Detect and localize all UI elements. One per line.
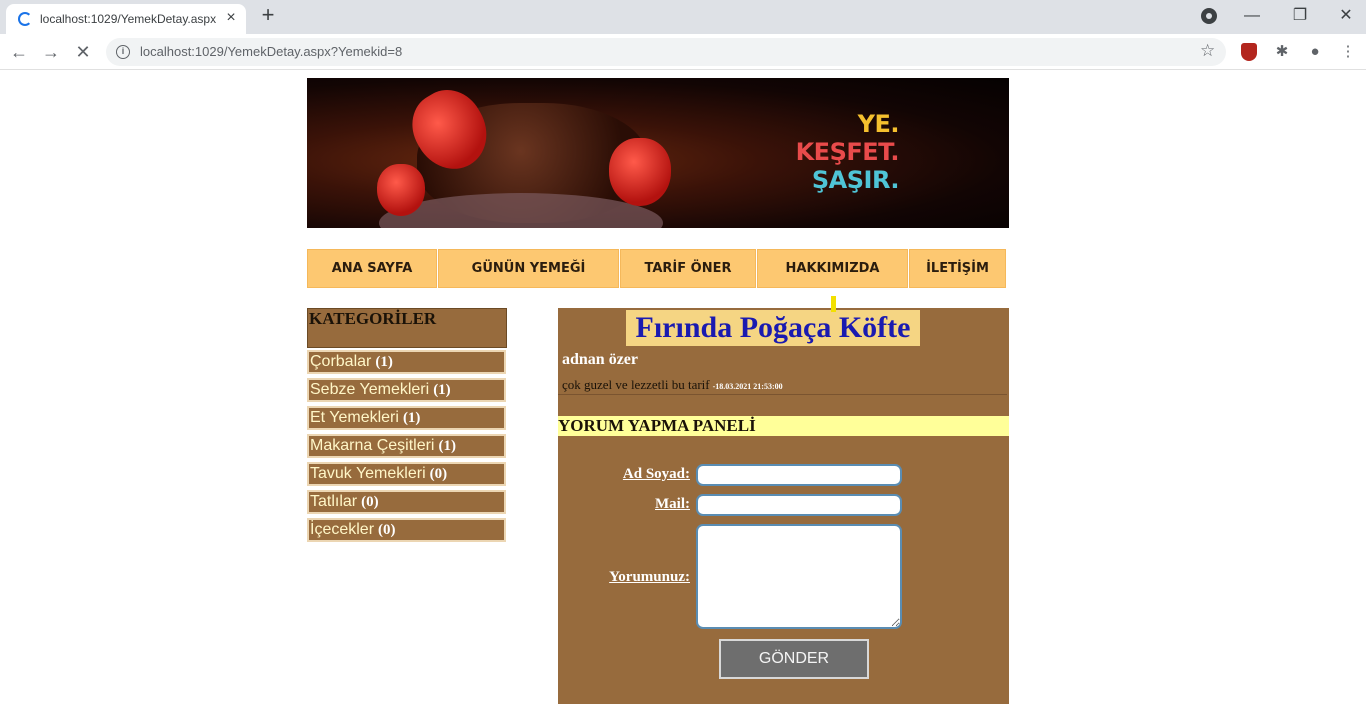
extensions-puzzle-icon[interactable]: ✱ — [1272, 42, 1292, 62]
category-name[interactable]: İçecekler — [310, 521, 374, 538]
browser-tab[interactable]: localhost:1029/YemekDetay.aspx × — [6, 4, 246, 34]
categories-heading: KATEGORİLER — [307, 308, 507, 348]
main-menu: ANA SAYFA GÜNÜN YEMEĞİ TARİF ÖNER HAKKIM… — [307, 249, 1007, 288]
browser-menu-icon[interactable]: ⋮ — [1338, 42, 1358, 62]
name-input[interactable] — [696, 464, 902, 486]
window-close-button[interactable]: ✕ — [1332, 4, 1360, 28]
banner-slogan-line-1: YE. — [857, 110, 900, 138]
category-count: (0) — [361, 494, 379, 510]
menu-home[interactable]: ANA SAYFA — [307, 249, 437, 288]
tab-search-icon[interactable] — [1201, 8, 1217, 24]
category-name[interactable]: Et Yemekleri — [310, 409, 399, 426]
minimize-button[interactable]: — — [1238, 4, 1266, 28]
category-item[interactable]: Et Yemekleri (1) — [307, 406, 506, 430]
comment-label: Yorumunuz: — [609, 569, 690, 585]
category-name[interactable]: Tatlılar — [310, 493, 357, 510]
name-label: Ad Soyad: — [622, 466, 690, 482]
recipe-title: Fırında Poğaça Köfte — [635, 311, 911, 344]
menu-dish-of-the-day[interactable]: GÜNÜN YEMEĞİ — [438, 249, 619, 288]
category-count: (0) — [378, 522, 396, 538]
browser-toolbar: ← → ✕ i localhost:1029/YemekDetay.aspx?Y… — [0, 34, 1366, 70]
banner-slogan-line-3: ŞAŞIR. — [811, 166, 900, 194]
tab-title: localhost:1029/YemekDetay.aspx — [40, 12, 216, 26]
forward-button[interactable]: → — [38, 39, 64, 65]
category-item[interactable]: İçecekler (0) — [307, 518, 506, 542]
comment-author: adnan özer — [562, 351, 638, 368]
category-item[interactable]: Çorbalar (1) — [307, 350, 506, 374]
address-bar[interactable]: i localhost:1029/YemekDetay.aspx?Yemekid… — [106, 38, 1226, 66]
site-info-icon[interactable]: i — [116, 45, 130, 59]
category-count: (1) — [438, 438, 456, 454]
category-item[interactable]: Sebze Yemekleri (1) — [307, 378, 506, 402]
text-cursor-marker — [831, 296, 836, 312]
banner-slogan-line-2: KEŞFET. — [795, 138, 900, 166]
comment-date: -18.03.2021 21:53:00 — [712, 382, 783, 391]
mail-label: Mail: — [655, 496, 690, 512]
restore-button[interactable]: ❐ — [1286, 4, 1314, 28]
category-item[interactable]: Tatlılar (0) — [307, 490, 506, 514]
back-button[interactable]: ← — [6, 39, 32, 65]
comment-text-row: çok guzel ve lezzetli bu tarif -18.03.202… — [562, 377, 783, 393]
strawberry-image — [609, 138, 671, 206]
category-name[interactable]: Tavuk Yemekleri — [310, 465, 426, 482]
menu-contact[interactable]: İLETİŞİM — [909, 249, 1006, 288]
category-item[interactable]: Tavuk Yemekleri (0) — [307, 462, 506, 486]
stop-loading-button[interactable]: ✕ — [70, 39, 96, 65]
ublock-extension-icon[interactable] — [1241, 43, 1257, 61]
profile-avatar-icon[interactable]: ● — [1305, 42, 1325, 62]
category-name[interactable]: Makarna Çeşitleri — [310, 437, 434, 454]
site-banner: YE. KEŞFET. ŞAŞIR. — [307, 78, 1009, 228]
submit-comment-button[interactable]: GÖNDER — [719, 639, 869, 679]
category-name[interactable]: Sebze Yemekleri — [310, 381, 429, 398]
bookmark-star-icon[interactable]: ☆ — [1200, 41, 1215, 61]
menu-about[interactable]: HAKKIMIZDA — [757, 249, 908, 288]
recipe-title-box: Fırında Poğaça Köfte — [626, 310, 920, 346]
comment-text: çok guzel ve lezzetli bu tarif — [562, 377, 710, 392]
category-count: (1) — [433, 382, 451, 398]
browser-tab-bar: localhost:1029/YemekDetay.aspx × + — ❐ ✕ — [0, 0, 1366, 34]
categories-panel: KATEGORİLER Çorbalar (1) Sebze Yemekleri(… — [307, 308, 507, 544]
category-item[interactable]: Makarna Çeşitleri (1) — [307, 434, 506, 458]
new-tab-button[interactable]: + — [256, 4, 280, 28]
recipe-detail-panel: Fırında Poğaça Köfte adnan özer çok guze… — [558, 296, 1009, 704]
comment-divider — [558, 394, 1007, 395]
strawberry-image — [377, 164, 425, 216]
mail-input[interactable] — [696, 494, 902, 516]
url-text[interactable]: localhost:1029/YemekDetay.aspx?Yemekid=8 — [140, 44, 402, 59]
menu-suggest-recipe[interactable]: TARİF ÖNER — [620, 249, 756, 288]
category-name[interactable]: Çorbalar — [310, 353, 371, 370]
category-count: (1) — [375, 354, 393, 370]
category-count: (1) — [402, 410, 421, 426]
category-count: (0) — [429, 466, 448, 482]
loading-spinner-icon — [18, 12, 32, 26]
comment-panel-heading: YORUM YAPMA PANELİ — [558, 416, 1009, 436]
tab-close-icon[interactable]: × — [222, 9, 240, 27]
comment-textarea[interactable] — [696, 524, 902, 629]
